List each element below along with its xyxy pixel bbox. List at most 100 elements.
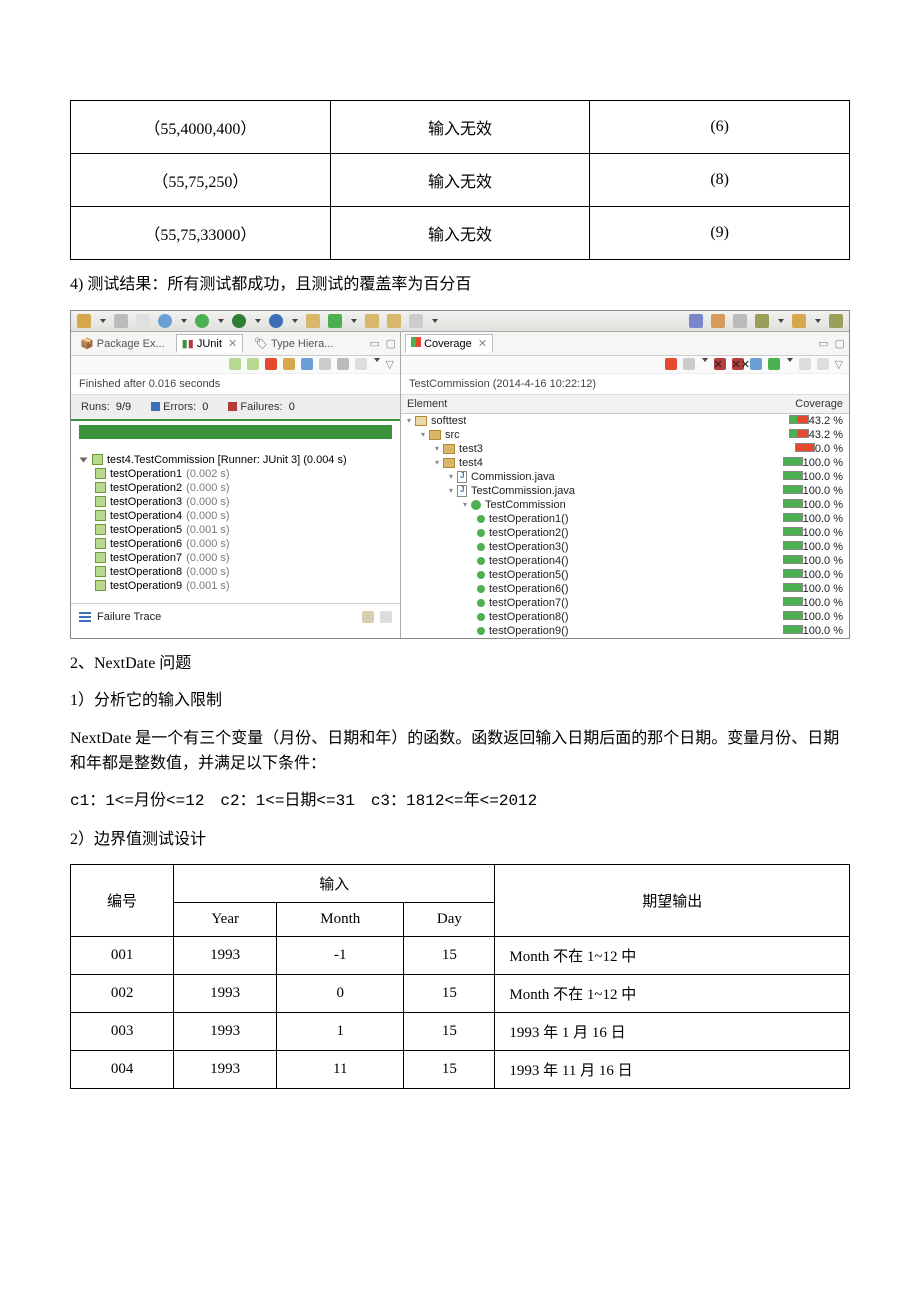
next-failure-icon[interactable] [229, 358, 241, 370]
table-cell: Month 不在 1~12 中 [495, 975, 850, 1013]
close-icon[interactable]: ✕ [478, 338, 487, 350]
method-icon [477, 515, 485, 523]
table-cell: -1 [277, 937, 404, 975]
coverage-row[interactable]: testOperation2()100.0 % [401, 526, 849, 540]
table-cell: (9) [590, 207, 850, 260]
coverage-row[interactable]: ▾test4100.0 % [401, 456, 849, 470]
search-icon[interactable] [409, 314, 423, 328]
forward-icon[interactable] [829, 314, 843, 328]
section2-sub2: 2）边界值测试设计 [70, 827, 850, 853]
table-cell: 输入无效 [330, 101, 590, 154]
open-task-icon[interactable] [387, 314, 401, 328]
coverage-table-header: Element Coverage [401, 395, 849, 414]
tree-root[interactable]: test4.TestCommission [Runner: JUnit 3] (… [77, 453, 394, 467]
coverage-panel: Coverage ✕ ▭ ▢ ✕ ✕✕ ▽ TestC [401, 332, 849, 638]
java-file-icon [457, 485, 467, 497]
rerun-failed-icon[interactable] [319, 358, 331, 370]
failure-trace-section: Failure Trace [71, 603, 400, 630]
maximize-icon[interactable]: ▢ [386, 337, 396, 350]
close-icon[interactable]: ✕ [228, 338, 237, 350]
open-type-icon[interactable] [365, 314, 379, 328]
cov-link-editor-icon[interactable] [817, 358, 829, 370]
table-cell: 11 [277, 1051, 404, 1089]
junit-stats: Runs: 9/9 Errors: 0 Failures: 0 [71, 395, 400, 421]
new-icon[interactable] [77, 314, 91, 328]
coverage-row[interactable]: testOperation5()100.0 % [401, 568, 849, 582]
compare-icon[interactable] [362, 611, 374, 623]
test-pass-icon [95, 482, 106, 493]
test-item[interactable]: testOperation9 (0.001 s) [77, 579, 394, 593]
run-icon[interactable] [195, 314, 209, 328]
pin-icon[interactable] [755, 314, 769, 328]
show-failures-icon[interactable] [265, 358, 277, 370]
history-icon[interactable] [355, 358, 367, 370]
coverage-row[interactable]: ▾src43.2 % [401, 428, 849, 442]
coverage-row[interactable]: testOperation7()100.0 % [401, 596, 849, 610]
cov-dump-icon[interactable] [683, 358, 695, 370]
table-cell: (8) [590, 154, 850, 207]
coverage-row[interactable]: ▾Commission.java100.0 % [401, 470, 849, 484]
rerun-icon[interactable] [301, 358, 313, 370]
debug-globe-icon[interactable] [158, 314, 172, 328]
tab-junit[interactable]: ▮▮ JUnit ✕ [176, 334, 244, 353]
tab-type-hierarchy[interactable]: 🏷 Type Hiera... [249, 335, 338, 352]
external-tools-icon[interactable] [269, 314, 283, 328]
test-item[interactable]: testOperation8 (0.000 s) [77, 565, 394, 579]
table-row: （55,75,250）输入无效(8) [71, 154, 850, 207]
test-item[interactable]: testOperation4 (0.000 s) [77, 509, 394, 523]
tab-package-explorer[interactable]: 📦 Package Ex... [75, 335, 170, 352]
nav-back-icon[interactable] [733, 314, 747, 328]
perspective-icon[interactable] [689, 314, 703, 328]
method-icon [477, 543, 485, 551]
table-cell: 004 [71, 1051, 174, 1089]
run-last-icon[interactable] [232, 314, 246, 328]
save-icon[interactable] [114, 314, 128, 328]
cov-remove-icon[interactable]: ✕ [714, 358, 726, 370]
test-item[interactable]: testOperation7 (0.000 s) [77, 551, 394, 565]
test-pass-icon [95, 468, 106, 479]
table-cell: 1993 [174, 1051, 277, 1089]
print-icon[interactable] [136, 314, 150, 328]
minimize-icon[interactable]: ▭ [818, 337, 828, 350]
cov-merge-icon[interactable] [750, 358, 762, 370]
test-pass-icon [95, 552, 106, 563]
view-menu-icon[interactable] [374, 358, 380, 362]
test-item[interactable]: testOperation2 (0.000 s) [77, 481, 394, 495]
test-item[interactable]: testOperation6 (0.000 s) [77, 537, 394, 551]
coverage-row[interactable]: testOperation9()100.0 % [401, 624, 849, 638]
new-package-icon[interactable] [306, 314, 320, 328]
test-item[interactable]: testOperation1 (0.002 s) [77, 467, 394, 481]
coverage-row[interactable]: testOperation3()100.0 % [401, 540, 849, 554]
table-cell: （55,75,250） [71, 154, 331, 207]
tab-coverage[interactable]: Coverage ✕ [405, 334, 493, 353]
cov-collapse-icon[interactable] [799, 358, 811, 370]
coverage-row[interactable]: testOperation8()100.0 % [401, 610, 849, 624]
test-item[interactable]: testOperation3 (0.000 s) [77, 495, 394, 509]
new-class-icon[interactable] [328, 314, 342, 328]
method-icon [477, 585, 485, 593]
cov-remove-all-icon[interactable]: ✕✕ [732, 358, 744, 370]
dropdown-icon[interactable]: ▽ [386, 358, 394, 371]
coverage-row[interactable]: testOperation1()100.0 % [401, 512, 849, 526]
cov-relaunch-icon[interactable] [665, 358, 677, 370]
coverage-row[interactable]: ▾TestCommission100.0 % [401, 498, 849, 512]
coverage-row[interactable]: ▾softtest43.2 % [401, 414, 849, 428]
dropdown-icon[interactable]: ▽ [835, 358, 843, 371]
more-icon[interactable] [792, 314, 806, 328]
cov-link-icon[interactable] [768, 358, 780, 370]
table-cell: 002 [71, 975, 174, 1013]
coverage-row[interactable]: testOperation6()100.0 % [401, 582, 849, 596]
table-row: 0021993015Month 不在 1~12 中 [71, 975, 850, 1013]
java-perspective-icon[interactable] [711, 314, 725, 328]
coverage-row[interactable]: ▾TestCommission.java100.0 % [401, 484, 849, 498]
test-item[interactable]: testOperation5 (0.001 s) [77, 523, 394, 537]
coverage-row[interactable]: testOperation4()100.0 % [401, 554, 849, 568]
prev-failure-icon[interactable] [247, 358, 259, 370]
maximize-icon[interactable]: ▢ [835, 337, 845, 350]
scroll-lock-icon[interactable] [283, 358, 295, 370]
coverage-row[interactable]: ▾test30.0 % [401, 442, 849, 456]
minimize-icon[interactable]: ▭ [369, 337, 379, 350]
filter-icon[interactable] [380, 611, 392, 623]
project-icon [415, 416, 427, 426]
stop-icon[interactable] [337, 358, 349, 370]
